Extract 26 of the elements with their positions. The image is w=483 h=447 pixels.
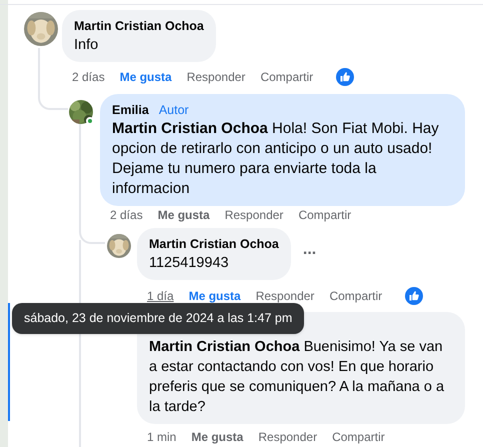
timestamp-link[interactable]: 1 min bbox=[147, 428, 176, 446]
reply-link[interactable]: Responder bbox=[258, 428, 318, 446]
author-name[interactable]: Martin Cristian Ochoa bbox=[74, 16, 204, 36]
date-tooltip: sábado, 23 de noviembre de 2024 a las 1:47 pm bbox=[12, 303, 304, 334]
more-options-icon[interactable]: ... bbox=[302, 242, 316, 266]
author-name[interactable]: Martin Cristian Ochoa bbox=[149, 234, 279, 254]
like-link[interactable]: Me gusta bbox=[188, 287, 241, 305]
share-link[interactable]: Compartir bbox=[332, 428, 385, 446]
comment-text: Info bbox=[74, 36, 100, 55]
author-name[interactable]: Emilia bbox=[112, 100, 149, 120]
like-link[interactable]: Me gusta bbox=[191, 428, 244, 446]
share-link[interactable]: Compartir bbox=[298, 206, 352, 224]
comment-text: 1125419943 bbox=[149, 254, 230, 273]
comment-text: Martin Cristian Ochoa Buenisimo! Ya se van a estar contactando con vos! En que horario preferis que se comuniquen? A la mañana o a la tarde? bbox=[149, 338, 446, 417]
timestamp-link[interactable]: 1 día bbox=[147, 287, 174, 305]
reply-link[interactable]: Responder bbox=[256, 287, 314, 305]
share-link[interactable]: Compartir bbox=[329, 287, 382, 305]
like-link[interactable]: Me gusta bbox=[120, 68, 172, 86]
share-link[interactable]: Compartir bbox=[260, 68, 314, 86]
timestamp-link[interactable]: 2 días bbox=[72, 68, 105, 86]
comment-text: Martin Cristian Ochoa Hola! Son Fiat Mobi. Hay opcion de retirarlo con anticipo o un auto usado! Dejame tu numero para enviarte toda la informacion bbox=[112, 119, 440, 199]
like-link[interactable]: Me gusta bbox=[158, 206, 210, 224]
reply-link[interactable]: Responder bbox=[186, 68, 246, 86]
timestamp-link[interactable]: 2 días bbox=[110, 206, 143, 224]
author-label: Autor bbox=[158, 102, 189, 119]
reply-link[interactable]: Responder bbox=[224, 206, 284, 224]
